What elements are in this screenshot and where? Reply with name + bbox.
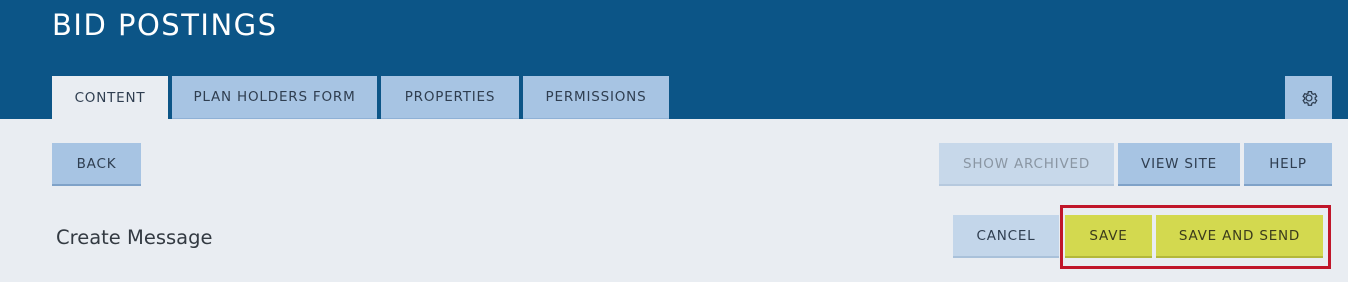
tab-properties[interactable]: PROPERTIES xyxy=(381,76,519,119)
page-title: BID POSTINGS xyxy=(52,8,278,42)
cancel-button[interactable]: CANCEL xyxy=(953,215,1059,258)
section-title: Create Message xyxy=(56,226,213,249)
save-and-send-button[interactable]: SAVE AND SEND xyxy=(1156,215,1323,258)
settings-button[interactable] xyxy=(1285,76,1332,119)
gear-icon xyxy=(1301,90,1317,106)
tab-permissions[interactable]: PERMISSIONS xyxy=(523,76,669,119)
back-button[interactable]: BACK xyxy=(52,143,141,186)
view-site-button[interactable]: VIEW SITE xyxy=(1118,143,1240,186)
save-button[interactable]: SAVE xyxy=(1065,215,1152,258)
tab-plan-holders-form[interactable]: PLAN HOLDERS FORM xyxy=(172,76,377,119)
app-header: BID POSTINGS CONTENT PLAN HOLDERS FORM P… xyxy=(0,0,1348,119)
help-button[interactable]: HELP xyxy=(1244,143,1332,186)
show-archived-button[interactable]: SHOW ARCHIVED xyxy=(939,143,1114,186)
tab-content[interactable]: CONTENT xyxy=(52,76,168,119)
